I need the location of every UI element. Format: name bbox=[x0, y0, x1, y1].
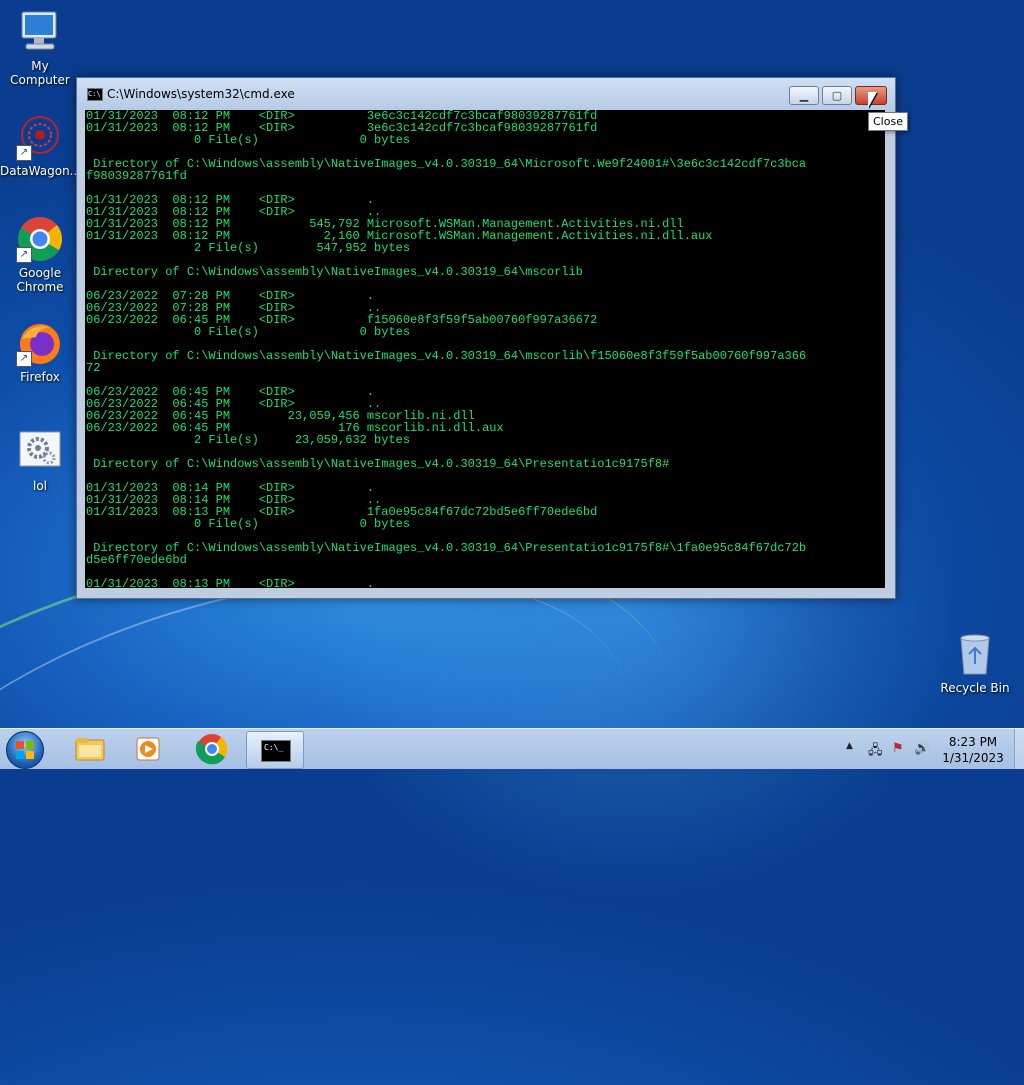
console-line: 0 File(s) 0 bytes bbox=[86, 517, 411, 531]
desktop-icon-lol[interactable]: lol bbox=[0, 428, 80, 493]
console-line: Directory of C:\Windows\assembly\NativeI… bbox=[86, 541, 807, 555]
show-desktop-button[interactable] bbox=[1014, 729, 1024, 769]
taskbar-media-player-button[interactable] bbox=[122, 731, 174, 767]
shortcut-arrow-icon: ↗ bbox=[16, 247, 32, 263]
maximize-icon: ▢ bbox=[831, 89, 843, 102]
maximize-button[interactable]: ▢ bbox=[822, 86, 852, 105]
taskbar-explorer-button[interactable] bbox=[64, 731, 116, 767]
clock-date: 1/31/2023 bbox=[942, 751, 1004, 765]
window-title: C:\Windows\system32\cmd.exe bbox=[107, 87, 295, 101]
desktop-icon-datawagon[interactable]: ↗ DataWagon... bbox=[0, 113, 82, 178]
desktop-icon-my-computer[interactable]: My Computer bbox=[0, 8, 80, 87]
cmd-icon-text: C:\_ bbox=[264, 743, 284, 752]
clock-time: 8:23 PM bbox=[948, 735, 998, 749]
console-line: 01/31/2023 08:13 PM <DIR> . bbox=[86, 577, 375, 588]
console-line: 72 bbox=[86, 361, 101, 375]
chrome-icon bbox=[195, 734, 228, 765]
taskbar-cmd-button[interactable]: C:\_ bbox=[246, 731, 304, 769]
cmd-icon: C:\ bbox=[87, 88, 103, 101]
windows-logo-icon bbox=[16, 741, 34, 759]
desktop-icon-label: Google Chrome bbox=[16, 266, 64, 294]
console-line: 2 File(s) 547,952 bytes bbox=[86, 241, 411, 255]
clock[interactable]: 8:23 PM 1/31/2023 bbox=[932, 734, 1014, 766]
mouse-cursor-icon bbox=[868, 92, 877, 108]
console-line: Directory of C:\Windows\assembly\NativeI… bbox=[86, 457, 670, 471]
start-button[interactable] bbox=[6, 731, 44, 769]
settings-file-icon bbox=[16, 428, 64, 476]
desktop-icon-firefox[interactable]: ↗ Firefox bbox=[0, 319, 80, 384]
console-line: f98039287761fd bbox=[86, 169, 187, 183]
taskbar-chrome-button[interactable] bbox=[186, 731, 238, 767]
desktop-icon-label: Firefox bbox=[20, 370, 60, 384]
console-line: 0 File(s) 0 bytes bbox=[86, 325, 411, 339]
console-line: Directory of C:\Windows\assembly\NativeI… bbox=[86, 265, 583, 279]
datawagon-icon: ↗ bbox=[16, 113, 64, 161]
desktop-icon-label: Recycle Bin bbox=[940, 681, 1010, 695]
firefox-icon: ↗ bbox=[16, 319, 64, 367]
minimize-icon: ▁ bbox=[799, 89, 809, 102]
minimize-button[interactable]: ▁ bbox=[789, 86, 819, 105]
console-output[interactable]: 01/31/2023 08:12 PM <DIR> 3e6c3c142cdf7c… bbox=[85, 110, 885, 588]
shortcut-arrow-icon: ↗ bbox=[16, 351, 32, 367]
desktop-icon-label: My Computer bbox=[10, 59, 70, 87]
action-center-flag-icon[interactable]: ⚑ bbox=[892, 741, 904, 756]
desktop-icon-label: lol bbox=[32, 479, 47, 493]
taskbar: C:\_ ▲ 🖧 ⚑ 🔊 8:23 PM 1/31/2023 bbox=[0, 728, 1024, 769]
close-tooltip: Close bbox=[868, 112, 908, 131]
desktop-icon-label: DataWagon... bbox=[0, 164, 82, 178]
chrome-icon: ↗ bbox=[16, 215, 64, 263]
desktop-icon-google-chrome[interactable]: ↗ Google Chrome bbox=[0, 215, 80, 294]
cmd-window[interactable]: C:\ C:\Windows\system32\cmd.exe ▁ ▢ ✕ 01… bbox=[76, 77, 896, 599]
cmd-icon: C:\_ bbox=[261, 740, 291, 762]
volume-icon[interactable]: 🔊 bbox=[914, 741, 930, 756]
shortcut-arrow-icon: ↗ bbox=[16, 145, 32, 161]
cmd-titlebar[interactable]: C:\ C:\Windows\system32\cmd.exe ▁ ▢ ✕ bbox=[77, 78, 895, 110]
media-player-icon bbox=[136, 737, 160, 761]
tray-expand-icon[interactable]: ▲ bbox=[846, 741, 853, 751]
computer-icon bbox=[16, 8, 64, 56]
folder-icon bbox=[75, 738, 105, 761]
console-text: 01/31/2023 08:12 PM <DIR> 3e6c3c142cdf7c… bbox=[85, 110, 885, 588]
console-line: d5e6ff70ede6bd bbox=[86, 553, 187, 567]
recycle-bin-icon bbox=[951, 630, 999, 678]
console-line: Directory of C:\Windows\assembly\NativeI… bbox=[86, 157, 807, 171]
desktop-icon-recycle-bin[interactable]: Recycle Bin bbox=[935, 630, 1015, 695]
console-line: 0 File(s) 0 bytes bbox=[86, 133, 411, 147]
console-line: Directory of C:\Windows\assembly\NativeI… bbox=[86, 349, 807, 363]
console-line: 2 File(s) 23,059,632 bytes bbox=[86, 433, 411, 447]
network-icon[interactable]: 🖧 bbox=[868, 741, 883, 763]
